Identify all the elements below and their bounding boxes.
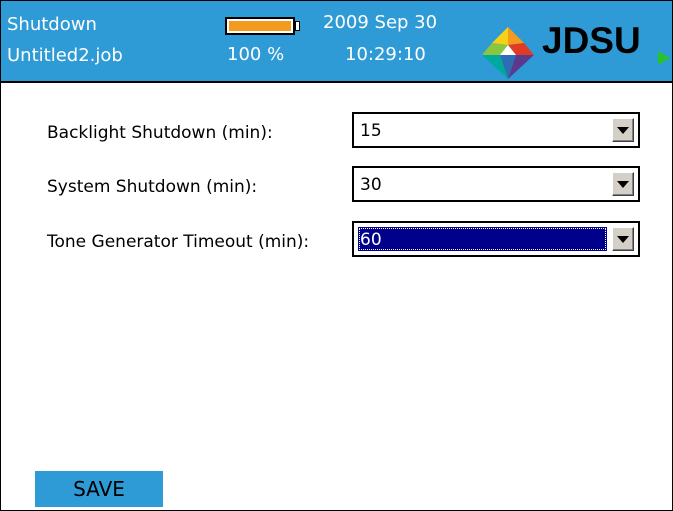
system-shutdown-label: System Shutdown (min): xyxy=(47,177,258,197)
play-arrow-icon[interactable] xyxy=(658,51,670,65)
jdsu-logo-icon xyxy=(482,27,534,79)
backlight-shutdown-value: 15 xyxy=(360,121,382,141)
date-display: 2009 Sep 30 xyxy=(323,12,438,33)
chevron-down-icon[interactable] xyxy=(612,118,634,142)
page-title: Shutdown xyxy=(7,14,97,35)
backlight-shutdown-select[interactable]: 15 xyxy=(352,112,640,148)
tone-generator-timeout-value: 60 xyxy=(360,230,382,250)
battery-icon xyxy=(225,17,295,35)
system-shutdown-value: 30 xyxy=(360,175,382,195)
battery-percent: 100 % xyxy=(227,44,285,65)
status-header: Shutdown Untitled2.job 100 % 2009 Sep 30… xyxy=(1,1,672,83)
brand-logo-text: JDSU xyxy=(542,20,641,61)
main-window: Shutdown Untitled2.job 100 % 2009 Sep 30… xyxy=(0,0,673,511)
system-shutdown-select[interactable]: 30 xyxy=(352,166,640,202)
tone-generator-timeout-select[interactable]: 60 xyxy=(352,221,640,257)
battery-tip xyxy=(295,21,300,31)
backlight-shutdown-label: Backlight Shutdown (min): xyxy=(47,123,273,143)
selection-highlight xyxy=(358,227,607,251)
save-button[interactable]: SAVE xyxy=(35,471,163,507)
time-display: 10:29:10 xyxy=(345,44,426,65)
chevron-down-icon[interactable] xyxy=(612,172,634,196)
job-file-name: Untitled2.job xyxy=(7,45,123,66)
tone-generator-timeout-label: Tone Generator Timeout (min): xyxy=(47,232,310,252)
chevron-down-icon[interactable] xyxy=(612,227,634,251)
battery-level-fill xyxy=(229,21,291,31)
